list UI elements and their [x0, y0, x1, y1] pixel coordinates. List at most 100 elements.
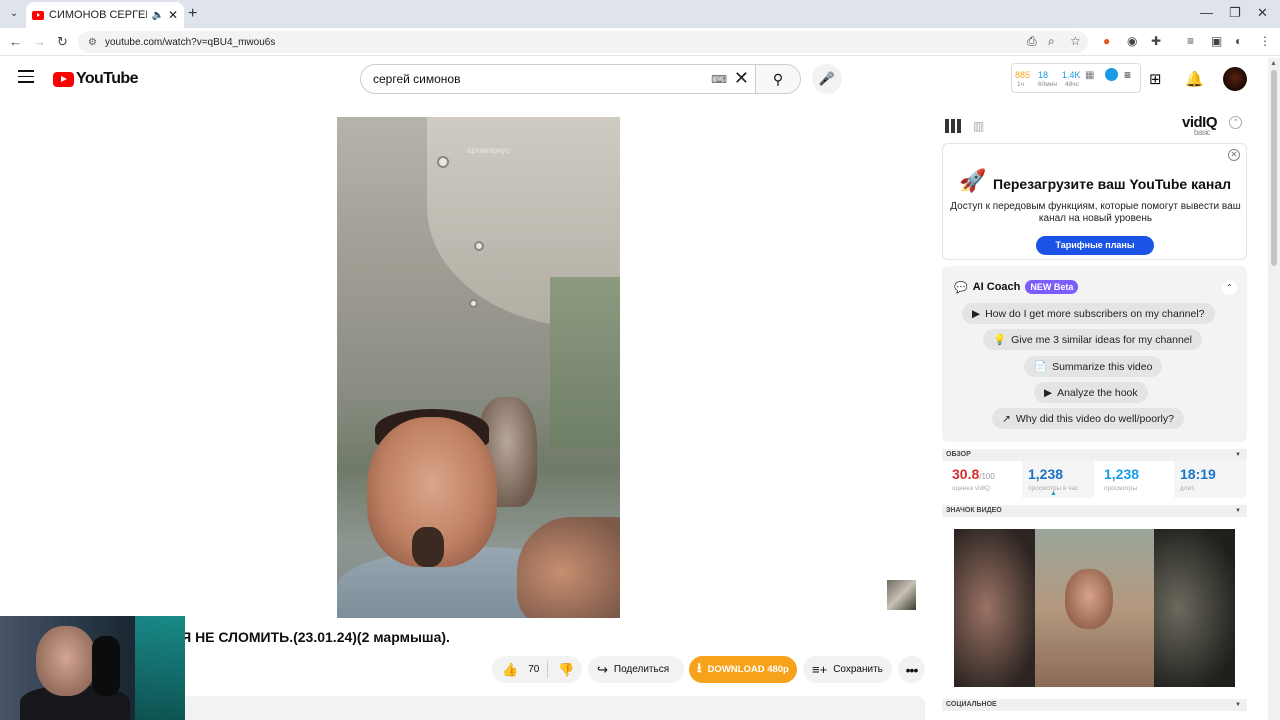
side-panel-icon[interactable]: ▣ — [1211, 34, 1222, 48]
collapse-up-icon[interactable]: ⌃ — [1229, 116, 1242, 129]
scene-lamp — [437, 156, 449, 168]
browser-tab-active[interactable]: СИМОНОВ СЕРГЕЙ - МЕНЯ 🔈 ✕ — [26, 2, 184, 28]
save-button[interactable]: ≡+ Сохранить — [803, 656, 892, 683]
bookmark-star-icon[interactable]: ☆ — [1070, 34, 1081, 48]
more-actions-button[interactable]: ••• — [898, 656, 925, 683]
forward-icon[interactable]: → — [33, 34, 46, 49]
notifications-bell-icon[interactable]: 🔔 — [1185, 70, 1204, 88]
extensions-puzzle-icon[interactable]: ✚ — [1151, 34, 1161, 48]
coach-question-text: Analyze the hook — [1057, 386, 1138, 399]
menu-lines-icon: ≡ — [1124, 68, 1132, 82]
pricing-plans-button[interactable]: Тарифные планы — [1036, 236, 1154, 255]
scene-cabinet — [550, 277, 620, 447]
youtube-play-icon — [53, 71, 74, 87]
coach-question[interactable]: ↗ Why did this video do well/poorly? — [992, 408, 1184, 429]
stat-value: 1.4K — [1062, 70, 1081, 80]
guide-menu-icon[interactable] — [18, 70, 34, 87]
youtube-logo[interactable]: YouTube — [53, 70, 138, 88]
reading-list-icon[interactable]: ≡ — [1187, 34, 1194, 48]
close-promo-icon[interactable]: ✕ — [1228, 149, 1240, 161]
vidiq-logo[interactable]: vidIQ basic ⌃ — [1182, 114, 1242, 137]
stat-value: 885 — [1015, 70, 1031, 80]
extension-fire-icon[interactable]: ● — [1103, 34, 1110, 48]
install-app-icon[interactable]: ⎙ — [1027, 34, 1037, 49]
zoom-icon[interactable]: ⌕ — [1048, 34, 1055, 49]
chat-bubble-icon: 💬 — [954, 281, 968, 294]
search-button[interactable]: ⚲ — [755, 64, 801, 94]
browser-menu-icon[interactable]: ⋮ — [1259, 34, 1271, 48]
dislike-button[interactable]: 👎 — [548, 662, 574, 678]
tab-audio-icon[interactable]: 🔈 — [151, 10, 163, 21]
social-section-header[interactable]: СОЦИАЛЬНОЕ ▼ — [942, 699, 1247, 711]
rocket-icon: 🚀 — [959, 168, 987, 193]
vidiq-promo-card: ✕ 🚀 Перезагрузите ваш YouTube канал Дост… — [942, 143, 1247, 260]
per-hour-value: 1,238 — [1028, 466, 1064, 482]
thumbnail-section-header[interactable]: ЗНАЧОК ВИДЕО ▼ — [942, 505, 1247, 517]
minimize-icon[interactable]: — — [1200, 5, 1213, 20]
vidiq-stats-pill[interactable]: 885 1ч 18 60мин 1.4K 48чс ▦ ≡ — [1011, 63, 1141, 93]
stat-value: 18 — [1038, 70, 1049, 80]
score-value: 30.8 — [952, 466, 980, 482]
download-button[interactable]: ⭳ DOWNLOAD 480p — [689, 656, 797, 683]
thumbnail-panel-center — [1035, 529, 1154, 687]
video-player[interactable]: архивариус — [337, 117, 620, 618]
bar-chart-icon[interactable]: ▥ — [973, 119, 984, 133]
coach-question[interactable]: 💡 Give me 3 similar ideas for my channel — [983, 329, 1202, 350]
clear-search-icon[interactable]: ✕ — [734, 68, 749, 89]
scrollbar-thumb[interactable] — [1271, 70, 1277, 266]
search-input[interactable]: сергей симонов ⌨ ✕ — [360, 64, 755, 94]
new-tab-icon[interactable]: + — [188, 5, 197, 23]
coach-question[interactable]: ▶ Analyze the hook — [1034, 382, 1148, 403]
video-watermark: архивариус — [467, 146, 510, 155]
extension-vpn-icon[interactable]: ◉ — [1127, 34, 1137, 48]
like-button[interactable]: 👍 70 — [492, 661, 548, 678]
reload-icon[interactable]: ↻ — [57, 34, 68, 50]
score-label: оценка vidIQ — [952, 485, 991, 492]
thumbs-down-icon: 👎 — [558, 661, 575, 677]
scroll-up-icon[interactable]: ▲ — [1270, 60, 1277, 67]
coach-question[interactable]: ▶ How do I get more subscribers on my ch… — [962, 303, 1215, 324]
address-bar[interactable]: ⚙ youtube.com/watch?v=qBU4_mwou6s — [78, 31, 1088, 53]
close-window-icon[interactable]: ✕ — [1257, 5, 1268, 21]
webcam-overlay — [0, 616, 185, 720]
video-thumbnail-preview[interactable] — [954, 529, 1235, 687]
save-label: Сохранить — [833, 664, 883, 675]
avatar[interactable] — [1223, 67, 1247, 91]
description-box[interactable] — [150, 696, 925, 720]
vidiq-logo-icon — [1105, 68, 1118, 81]
ai-coach-header: 💬 AI Coach NEW Beta — [954, 280, 1079, 294]
tab-close-icon[interactable]: ✕ — [168, 8, 178, 22]
duration-value: 18:19 — [1180, 466, 1216, 482]
stat-label: 1ч — [1017, 81, 1025, 88]
browser-tab-bar: ⌄ СИМОНОВ СЕРГЕЙ - МЕНЯ 🔈 ✕ + — ❐ ✕ — [0, 0, 1280, 28]
stat-label: 60мин — [1038, 81, 1057, 88]
voice-search-button[interactable]: 🎤 — [812, 64, 842, 94]
keyboard-icon[interactable]: ⌨ — [711, 73, 727, 86]
tab-search-icon[interactable]: ⌄ — [6, 6, 22, 22]
site-info-icon[interactable]: ⚙ — [88, 37, 97, 48]
share-button[interactable]: ↪ Поделиться — [588, 656, 684, 683]
views-label: просмотры — [1104, 485, 1138, 492]
scene-arm — [517, 517, 620, 618]
page-scrollbar[interactable]: ▲ — [1268, 58, 1280, 720]
chevron-up-icon[interactable]: ⌃ — [1222, 280, 1237, 295]
new-beta-badge: NEW Beta — [1025, 280, 1079, 294]
thumbnail-panel-left — [954, 529, 1035, 687]
stat-label: 48чс — [1065, 81, 1079, 88]
coach-question[interactable]: 📄 Summarize this video — [1024, 356, 1163, 377]
grid-view-icon[interactable] — [945, 119, 961, 133]
mini-thumbnail[interactable] — [887, 580, 916, 610]
back-icon[interactable]: ← — [9, 34, 22, 49]
youtube-wordmark: YouTube — [76, 70, 138, 87]
playlist-add-icon: ≡+ — [812, 662, 828, 677]
share-label: Поделиться — [613, 664, 670, 675]
profile-icon[interactable]: ◐ — [1235, 34, 1242, 48]
ai-coach-title: AI Coach — [972, 281, 1021, 293]
restore-icon[interactable]: ❐ — [1229, 5, 1241, 21]
section-title: СОЦИАЛЬНОЕ — [946, 701, 997, 708]
video-title: МЕНЯ НЕ СЛОМИТЬ.(23.01.24)(2 мармыша). — [150, 629, 450, 645]
create-video-icon[interactable]: ⊞ — [1149, 70, 1162, 88]
promo-heading: Перезагрузите ваш YouTube канал — [993, 176, 1232, 192]
document-icon: 📄 — [1034, 361, 1048, 373]
download-icon: ⭳ — [697, 659, 702, 675]
